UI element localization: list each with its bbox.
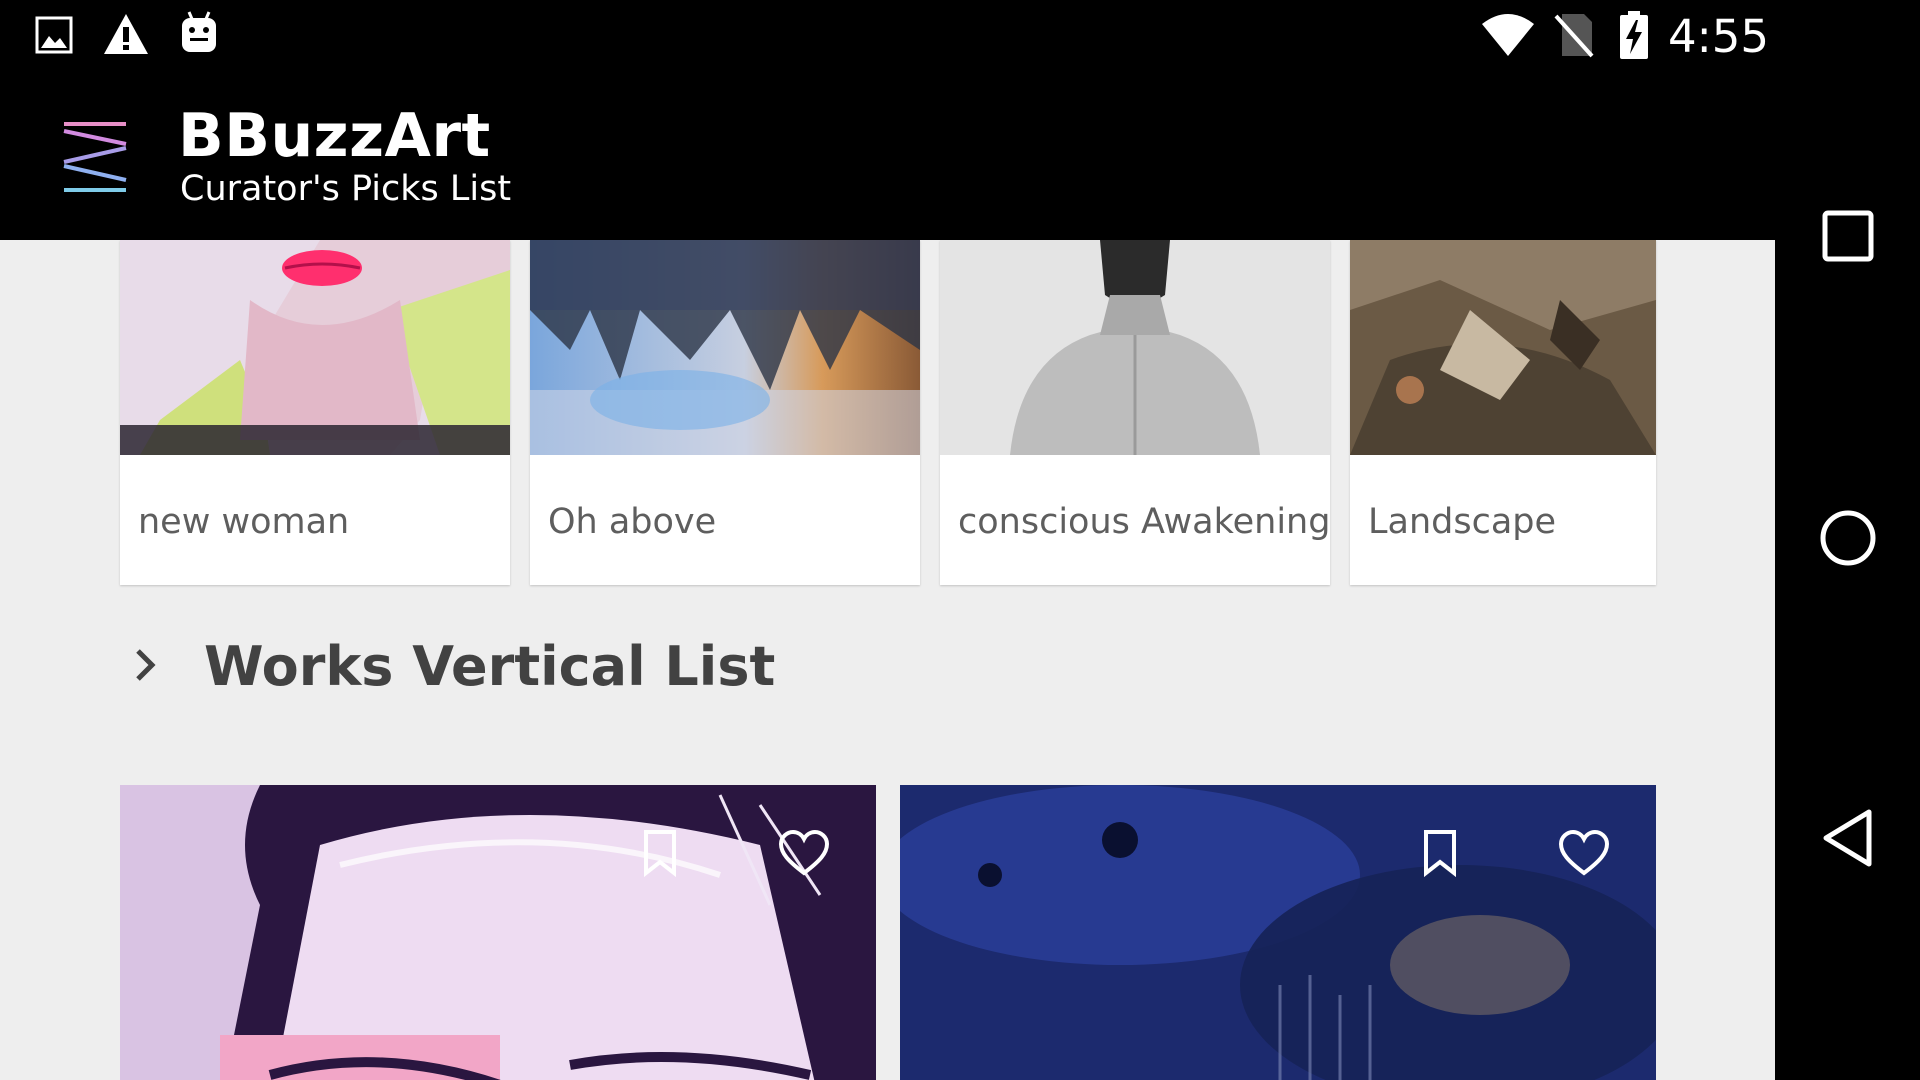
home-button[interactable] [1810,502,1886,578]
home-icon [1819,509,1877,572]
chevron-right-icon[interactable] [130,645,160,690]
android-icon [180,10,218,61]
pick-image [120,240,510,455]
app-bar: BBuzzArt Curator's Picks List [0,73,1775,240]
wifi-icon [1480,12,1536,63]
work-image [120,785,876,1080]
pick-title: Landscape [1368,502,1557,542]
like-button[interactable] [1554,825,1614,885]
bookmark-button[interactable] [1410,825,1470,885]
bookmark-button[interactable] [630,825,690,885]
back-button[interactable] [1810,802,1886,878]
back-icon [1821,808,1875,873]
status-bar: 4:55 [0,0,1775,73]
pick-image [530,240,920,455]
pick-title: new woman [138,502,350,542]
heart-icon [1558,829,1610,882]
content-area[interactable]: new woman Oh above conscious Awakening L… [0,240,1775,1080]
pick-card[interactable]: conscious Awakening [940,240,1330,585]
image-icon [35,16,73,59]
section-title: Works Vertical List [204,635,776,698]
like-button[interactable] [774,825,834,885]
app-title: BBuzzArt [178,101,491,171]
bookmark-icon [640,829,680,882]
bookmark-icon [1420,829,1460,882]
work-card[interactable] [900,785,1656,1080]
recents-icon [1822,210,1874,267]
battery-charging-icon [1618,10,1650,65]
pick-title: Oh above [548,502,717,542]
pick-image [940,240,1330,455]
app-subtitle: Curator's Picks List [180,169,512,209]
work-card[interactable] [120,785,876,1080]
navigation-bar [1775,0,1920,1080]
no-sim-icon [1552,12,1594,63]
pick-title: conscious Awakening [958,502,1331,542]
work-image [900,785,1656,1080]
pick-card[interactable]: Landscape [1350,240,1656,585]
menu-icon[interactable] [62,118,128,203]
pick-card[interactable]: Oh above [530,240,920,585]
pick-card[interactable]: new woman [120,240,510,585]
pick-image [1350,240,1656,455]
warning-icon [102,12,150,61]
clock: 4:55 [1668,10,1770,63]
recents-button[interactable] [1810,200,1886,276]
heart-icon [778,829,830,882]
